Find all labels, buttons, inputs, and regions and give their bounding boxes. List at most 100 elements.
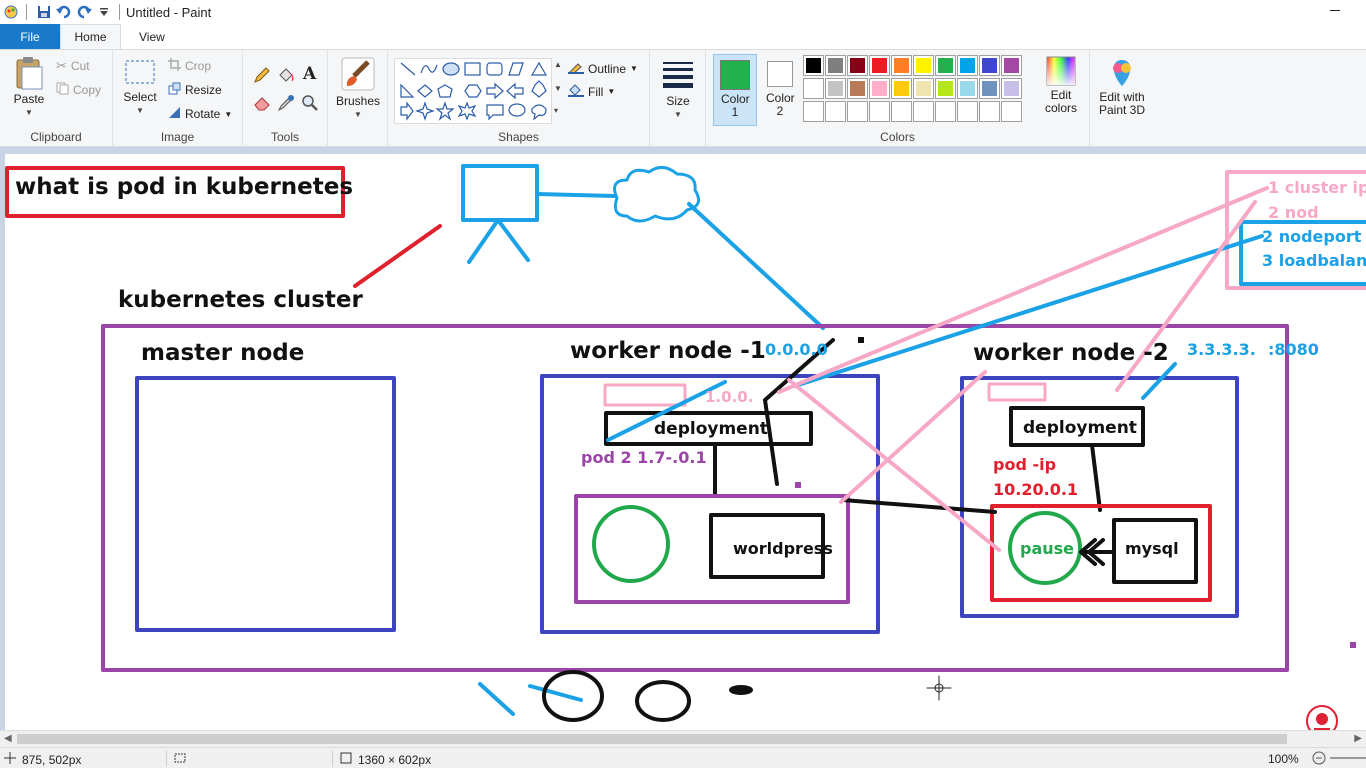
magnifier-icon[interactable] [301, 94, 319, 115]
palette-swatch-color [828, 58, 843, 73]
palette-swatch[interactable] [803, 78, 824, 99]
palette-swatch[interactable] [869, 101, 890, 122]
palette-swatch[interactable] [825, 55, 846, 76]
fill-dropdown-icon[interactable]: ▼ [607, 87, 615, 96]
palette-swatch[interactable] [979, 101, 1000, 122]
worker2-pink-tag [987, 382, 1047, 402]
copy-button[interactable]: Copy [56, 82, 101, 98]
paste-label: Paste [13, 92, 45, 106]
outline-dropdown-icon[interactable]: ▼ [630, 64, 638, 73]
customize-toolbar-icon[interactable] [95, 3, 113, 21]
zoom-slider[interactable] [1330, 757, 1366, 759]
paste-button[interactable]: Paste ▼ [8, 56, 50, 119]
rotate-dropdown-icon[interactable]: ▼ [224, 110, 232, 119]
zoom-out-icon[interactable] [1312, 751, 1326, 768]
rotate-button[interactable]: Rotate ▼ [168, 106, 232, 122]
palette-swatch[interactable] [1001, 55, 1022, 76]
palette-swatch[interactable] [803, 55, 824, 76]
crop-button[interactable]: Crop [168, 58, 211, 74]
palette-swatch[interactable] [847, 55, 868, 76]
palette-swatch[interactable] [847, 101, 868, 122]
cursor-position: 875, 502px [4, 752, 81, 767]
palette-swatch[interactable] [979, 55, 1000, 76]
palette-swatch[interactable] [891, 78, 912, 99]
title-separator-2 [119, 4, 120, 20]
paint-app-icon[interactable] [2, 3, 20, 21]
outline-icon [568, 60, 584, 77]
palette-swatch-color [938, 58, 953, 73]
palette-swatch[interactable] [869, 78, 890, 99]
scrollbar-thumb[interactable] [17, 734, 1287, 744]
palette-swatch[interactable] [825, 101, 846, 122]
scissors-icon: ✂ [56, 58, 67, 73]
palette-swatch[interactable] [957, 101, 978, 122]
scroll-left-icon[interactable]: ◀ [4, 733, 12, 744]
palette-swatch[interactable] [891, 55, 912, 76]
undo-icon[interactable] [55, 3, 73, 21]
palette-swatch-color [828, 81, 843, 96]
fill-button[interactable]: Fill ▼ [568, 83, 615, 100]
palette-swatch[interactable] [913, 101, 934, 122]
tab-view[interactable]: View [121, 24, 183, 49]
palette-swatch[interactable] [913, 78, 934, 99]
select-dropdown-icon[interactable]: ▼ [121, 104, 159, 117]
size-icon [663, 62, 693, 88]
color2-button[interactable]: Color 2 [760, 54, 800, 118]
crop-icon [168, 58, 181, 74]
color1-button[interactable]: Color 1 [713, 54, 757, 126]
palette-swatch[interactable] [913, 55, 934, 76]
palette-swatch[interactable] [1001, 78, 1022, 99]
drawing-canvas[interactable]: what is pod in kubernetes kubernetes clu… [5, 154, 1366, 730]
scroll-right-icon[interactable]: ▶ [1354, 733, 1362, 744]
select-button[interactable]: Select ▼ [121, 56, 159, 117]
selection-icon [174, 752, 186, 767]
clipboard-group-label: Clipboard [30, 130, 82, 144]
brushes-dropdown-icon[interactable]: ▼ [334, 108, 382, 121]
edit-with-paint3d-button[interactable]: Edit with Paint 3D [1094, 56, 1150, 117]
palette-swatch[interactable] [869, 55, 890, 76]
shapes-expand-icon[interactable]: ▾ [554, 106, 558, 115]
size-dropdown-icon[interactable]: ▼ [658, 108, 698, 121]
palette-swatch[interactable] [979, 78, 1000, 99]
color-picker-icon[interactable] [277, 94, 295, 115]
palette-swatch[interactable] [957, 78, 978, 99]
worker-node-1-label: worker node -1 [570, 338, 766, 364]
edit-colors-button[interactable]: Edit colors [1039, 56, 1083, 115]
palette-swatch[interactable] [847, 78, 868, 99]
text-tool-icon[interactable]: A [303, 64, 316, 84]
palette-swatch[interactable] [1001, 101, 1022, 122]
palette-swatch[interactable] [957, 55, 978, 76]
save-icon[interactable] [35, 3, 53, 21]
palette-swatch[interactable] [825, 78, 846, 99]
palette-swatch-color [916, 58, 931, 73]
eraser-icon[interactable] [253, 94, 271, 115]
minimize-button[interactable] [1328, 3, 1342, 17]
tab-file[interactable]: File [0, 24, 60, 49]
paste-dropdown-icon[interactable]: ▼ [8, 106, 50, 119]
redo-icon[interactable] [75, 3, 93, 21]
palette-swatch-color [850, 58, 865, 73]
fill-bucket-icon[interactable] [277, 66, 295, 87]
resize-button[interactable]: Resize [168, 82, 222, 98]
colors-group: Color 1 Color 2 Edit colors Colors [706, 50, 1090, 146]
pencil-icon[interactable] [253, 66, 271, 87]
cut-button[interactable]: ✂ Cut [56, 58, 90, 74]
palette-swatch[interactable] [891, 101, 912, 122]
crosshair-cursor [926, 675, 952, 701]
palette-swatch[interactable] [935, 78, 956, 99]
brushes-button[interactable]: Brushes ▼ [334, 56, 382, 121]
master-node-box [135, 376, 396, 632]
shapes-scroll-up-icon[interactable]: ▲ [554, 60, 562, 69]
outline-button[interactable]: Outline ▼ [568, 60, 638, 77]
palette-swatch-color [872, 81, 887, 96]
shapes-scroll-down-icon[interactable]: ▼ [554, 84, 562, 93]
port-label: :8080 [1268, 340, 1319, 359]
tab-home[interactable]: Home [60, 24, 121, 49]
shapes-gallery[interactable] [394, 58, 552, 124]
palette-swatch[interactable] [935, 55, 956, 76]
horizontal-scrollbar[interactable]: ◀ ▶ [0, 730, 1366, 747]
ribbon: Paste ▼ ✂ Cut Copy Clipboard Select ▼ Cr… [0, 49, 1366, 147]
palette-swatch[interactable] [803, 101, 824, 122]
palette-swatch[interactable] [935, 101, 956, 122]
size-button[interactable]: Size ▼ [658, 56, 698, 121]
